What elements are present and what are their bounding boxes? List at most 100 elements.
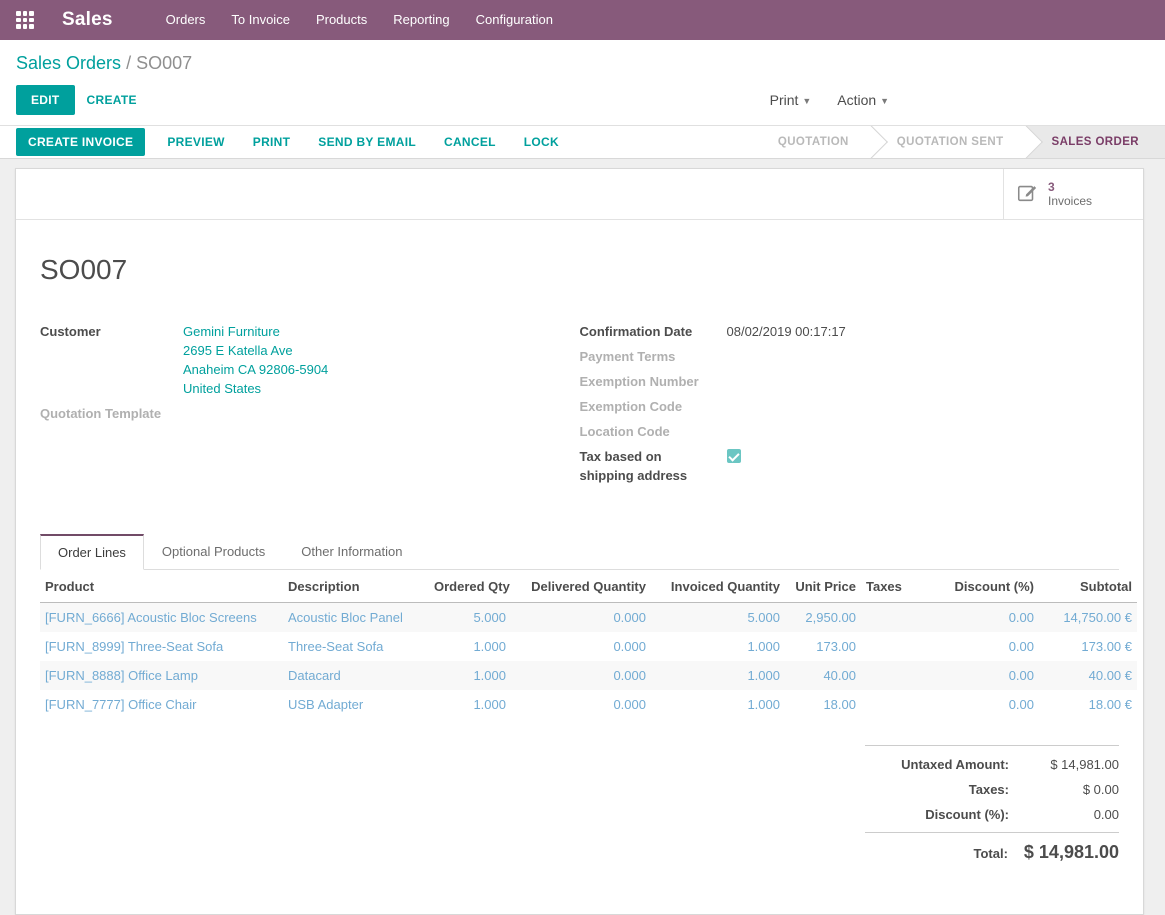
cell-unit-price: 173.00 (785, 632, 861, 661)
cell-description: Acoustic Bloc Panel (283, 603, 429, 633)
col-delivered-qty: Delivered Quantity (511, 570, 651, 603)
breadcrumb-current: SO007 (136, 53, 192, 73)
customer-label: Customer (40, 322, 183, 398)
tab-optional-products[interactable]: Optional Products (144, 534, 283, 570)
quotation-template-label: Quotation Template (40, 404, 183, 423)
main-menu: Orders To Invoice Products Reporting Con… (153, 0, 566, 40)
cell-ordered-qty: 5.000 (429, 603, 511, 633)
lock-button[interactable]: LOCK (512, 128, 571, 156)
customer-address-line[interactable]: United States (183, 379, 328, 398)
location-code-label: Location Code (580, 422, 727, 441)
menu-orders[interactable]: Orders (153, 0, 219, 40)
cell-taxes (861, 661, 923, 690)
tax-shipping-checkbox[interactable] (727, 449, 741, 463)
breadcrumb: Sales Orders / SO007 (16, 53, 1149, 74)
col-ordered-qty: Ordered Qty (429, 570, 511, 603)
table-row[interactable]: [FURN_8999] Three-Seat Sofa Three-Seat S… (40, 632, 1137, 661)
stage-quotation-sent[interactable]: QUOTATION SENT (871, 126, 1026, 158)
edit-button[interactable]: EDIT (16, 85, 75, 115)
cell-invoiced-qty: 1.000 (651, 632, 785, 661)
cell-delivered-qty: 0.000 (511, 661, 651, 690)
cell-ordered-qty: 1.000 (429, 690, 511, 719)
cell-subtotal: 14,750.00 € (1039, 603, 1137, 633)
print-button[interactable]: PRINT (241, 128, 303, 156)
notebook-tabs: Order Lines Optional Products Other Info… (40, 533, 1119, 570)
cell-invoiced-qty: 1.000 (651, 661, 785, 690)
top-navbar: Sales Orders To Invoice Products Reporti… (0, 0, 1165, 40)
chevron-down-icon: ▼ (880, 96, 889, 106)
action-dropdown[interactable]: Action ▼ (837, 92, 889, 108)
confirmation-date-value: 08/02/2019 00:17:17 (727, 322, 846, 341)
apps-grid-icon[interactable] (16, 11, 34, 29)
stage-pipeline: QUOTATION QUOTATION SENT SALES ORDER (752, 126, 1165, 158)
app-brand[interactable]: Sales (62, 9, 113, 31)
cell-invoiced-qty: 1.000 (651, 690, 785, 719)
tab-other-information[interactable]: Other Information (283, 534, 420, 570)
stage-sales-order[interactable]: SALES ORDER (1026, 126, 1165, 158)
menu-reporting[interactable]: Reporting (380, 0, 462, 40)
cancel-button[interactable]: CANCEL (432, 128, 508, 156)
totals-panel: Untaxed Amount: $ 14,981.00 Taxes: $ 0.0… (865, 745, 1119, 868)
cell-description: Datacard (283, 661, 429, 690)
customer-value: Gemini Furniture 2695 E Katella Ave Anah… (183, 322, 328, 398)
order-title: SO007 (40, 254, 1119, 286)
breadcrumb-parent[interactable]: Sales Orders (16, 53, 121, 73)
col-subtotal: Subtotal (1039, 570, 1137, 603)
tab-order-lines[interactable]: Order Lines (40, 534, 144, 570)
menu-to-invoice[interactable]: To Invoice (218, 0, 303, 40)
untaxed-amount-label: Untaxed Amount: (865, 757, 1025, 772)
cell-product: [FURN_7777] Office Chair (40, 690, 283, 719)
create-invoice-button[interactable]: CREATE INVOICE (16, 128, 145, 156)
cell-unit-price: 2,950.00 (785, 603, 861, 633)
cell-product: [FURN_8999] Three-Seat Sofa (40, 632, 283, 661)
table-row[interactable]: [FURN_7777] Office Chair USB Adapter 1.0… (40, 690, 1137, 719)
print-dropdown[interactable]: Print ▼ (770, 92, 812, 108)
cell-discount: 0.00 (923, 603, 1039, 633)
discount-label: Discount (%): (865, 807, 1025, 822)
col-unit-price: Unit Price (785, 570, 861, 603)
cell-delivered-qty: 0.000 (511, 690, 651, 719)
menu-products[interactable]: Products (303, 0, 380, 40)
cell-product: [FURN_8888] Office Lamp (40, 661, 283, 690)
customer-name-link[interactable]: Gemini Furniture (183, 322, 328, 341)
cell-taxes (861, 603, 923, 633)
order-lines-table: Product Description Ordered Qty Delivere… (40, 570, 1137, 719)
exemption-number-label: Exemption Number (580, 372, 727, 391)
statusbar: CREATE INVOICE PREVIEW PRINT SEND BY EMA… (0, 126, 1165, 159)
cell-ordered-qty: 1.000 (429, 661, 511, 690)
customer-address-line[interactable]: 2695 E Katella Ave (183, 341, 328, 360)
taxes-label: Taxes: (865, 782, 1025, 797)
payment-terms-label: Payment Terms (580, 347, 727, 366)
total-value: $ 14,981.00 (1024, 842, 1119, 863)
cell-discount: 0.00 (923, 632, 1039, 661)
cell-description: USB Adapter (283, 690, 429, 719)
customer-address-line[interactable]: Anaheim CA 92806-5904 (183, 360, 328, 379)
edit-pencil-icon (1016, 182, 1038, 207)
cell-subtotal: 40.00 € (1039, 661, 1137, 690)
invoices-smart-button[interactable]: 3 Invoices (1003, 169, 1143, 219)
cell-taxes (861, 632, 923, 661)
cell-unit-price: 40.00 (785, 661, 861, 690)
cell-ordered-qty: 1.000 (429, 632, 511, 661)
table-row[interactable]: [FURN_8888] Office Lamp Datacard 1.000 0… (40, 661, 1137, 690)
untaxed-amount-value: $ 14,981.00 (1025, 757, 1119, 772)
cell-product: [FURN_6666] Acoustic Bloc Screens (40, 603, 283, 633)
col-discount: Discount (%) (923, 570, 1039, 603)
stage-quotation[interactable]: QUOTATION (752, 126, 871, 158)
send-by-email-button[interactable]: SEND BY EMAIL (306, 128, 428, 156)
table-row[interactable]: [FURN_6666] Acoustic Bloc Screens Acoust… (40, 603, 1137, 633)
cell-subtotal: 18.00 € (1039, 690, 1137, 719)
cell-delivered-qty: 0.000 (511, 632, 651, 661)
exemption-code-label: Exemption Code (580, 397, 727, 416)
taxes-value: $ 0.00 (1025, 782, 1119, 797)
discount-value: 0.00 (1025, 807, 1119, 822)
menu-configuration[interactable]: Configuration (463, 0, 566, 40)
action-label: Action (837, 92, 876, 108)
smart-button-box: 3 Invoices (16, 169, 1143, 220)
create-button[interactable]: CREATE (75, 85, 149, 115)
col-product: Product (40, 570, 283, 603)
breadcrumb-separator: / (126, 53, 131, 73)
table-header-row: Product Description Ordered Qty Delivere… (40, 570, 1137, 603)
cell-unit-price: 18.00 (785, 690, 861, 719)
preview-button[interactable]: PREVIEW (155, 128, 236, 156)
